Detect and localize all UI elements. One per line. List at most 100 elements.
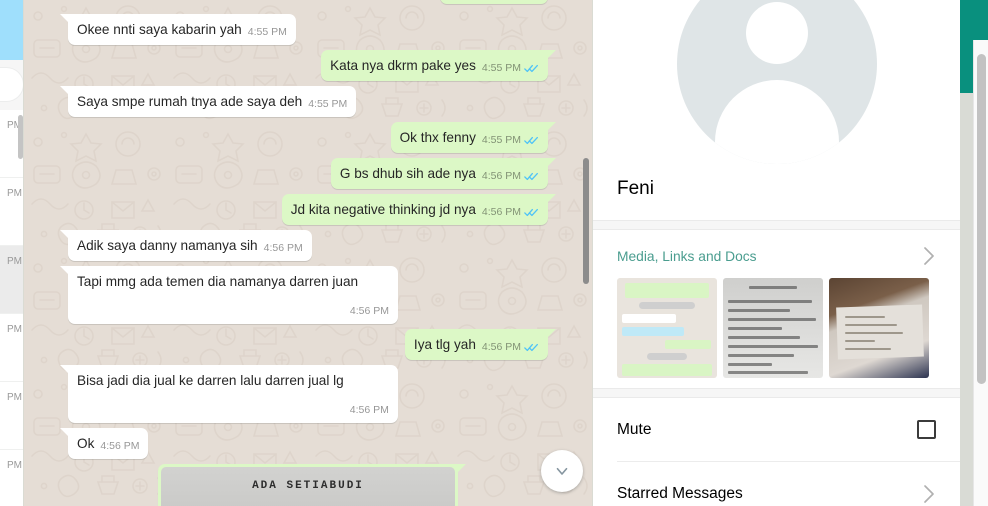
read-receipt-double-check-icon xyxy=(524,64,538,73)
chat-list-item[interactable]: PM xyxy=(0,178,23,246)
chat-list-sidebar: PM PM PM PM PM PM xyxy=(0,0,24,506)
media-thumb-atm-receipt[interactable] xyxy=(723,278,823,378)
message-bubble-outgoing[interactable]: Jd kita negative thinking jd nya 4:56 PM xyxy=(281,194,557,225)
message-time: 4:56 PM xyxy=(100,440,140,452)
message-time: 4:55 PM xyxy=(481,134,521,146)
message-bubble-incoming[interactable]: Ok 4:56 PM xyxy=(59,428,149,459)
message-row: Tapi mmg ada temen dia namanya darren ju… xyxy=(60,266,548,324)
message-meta: 4:56 PM xyxy=(482,338,539,357)
default-avatar-icon[interactable] xyxy=(676,0,877,164)
message-meta: 4:56 PM xyxy=(482,167,539,186)
chat-list-item-time: PM xyxy=(7,324,22,335)
message-time: 4:55 PM xyxy=(481,62,521,74)
chat-list-item-time: PM xyxy=(7,256,22,267)
conversation-scrollbar[interactable] xyxy=(583,158,589,284)
chat-list-item[interactable]: PM xyxy=(0,450,23,506)
message-meta: 4:55 PM xyxy=(482,59,539,78)
message-text: Jd kita negative thinking jd nya xyxy=(290,202,476,217)
media-thumb-package-photo[interactable] xyxy=(829,278,929,378)
message-bubble-incoming[interactable]: Tapi mmg ada temen dia namanya darren ju… xyxy=(60,266,398,324)
receipt-header-text: ADA SETIABUDI xyxy=(252,480,364,492)
mute-label: Mute xyxy=(617,420,652,438)
message-row: Bisa jadi dia jual ke darren lalu darren… xyxy=(60,365,548,423)
chat-list-item-time: PM xyxy=(7,460,22,471)
chevron-right-icon xyxy=(924,485,934,503)
chat-list-item[interactable]: PM xyxy=(0,382,23,450)
message-time: 4:55 PM xyxy=(308,98,348,110)
chat-list-item-time: PM xyxy=(7,188,22,199)
message-time: 4:56 PM xyxy=(349,305,389,317)
starred-messages-label: Starred Messages xyxy=(617,485,743,502)
message-meta: 4:56 PM xyxy=(100,437,139,456)
message-meta: 4:56 PM xyxy=(350,302,389,321)
window-scrollbar-thumb[interactable] xyxy=(977,54,986,384)
chevron-down-icon xyxy=(556,467,568,475)
read-receipt-double-check-icon xyxy=(524,172,538,181)
message-list: Okee nnti saya kabarin yah 4:55 PM Kata … xyxy=(24,0,592,506)
avatar-body-shape xyxy=(714,80,839,164)
message-text: Tapi mmg ada temen dia namanya darren ju… xyxy=(77,274,359,289)
message-meta: 4:55 PM xyxy=(482,131,539,150)
contact-name: Feni xyxy=(617,178,654,199)
mute-row[interactable]: Mute xyxy=(593,398,960,461)
message-bubble-outgoing[interactable]: Ok thx fenny 4:55 PM xyxy=(390,122,557,153)
message-bubble-incoming[interactable]: Saya smpe rumah tnya ade saya deh 4:55 P… xyxy=(59,86,357,117)
message-meta: 4:55 PM xyxy=(248,23,287,42)
media-links-docs-label: Media, Links and Docs xyxy=(617,248,757,264)
message-row: Ok thx fenny 4:55 PM xyxy=(68,122,557,153)
chat-list-item-active[interactable]: PM xyxy=(0,246,23,314)
section-divider xyxy=(593,388,960,398)
message-text: G bs dhub sih ade nya xyxy=(339,166,476,181)
window-scrollbar-track[interactable] xyxy=(973,0,988,506)
message-bubble-outgoing[interactable]: Iya tlg yah 4:56 PM xyxy=(404,329,557,360)
message-image-receipt[interactable]: ADA SETIABUDI 1984888 xyxy=(161,467,455,506)
message-row: G bs dhub sih ade nya 4:56 PM xyxy=(68,158,557,189)
message-row: Adik saya danny namanya sih 4:56 PM xyxy=(60,230,548,261)
message-row: Saya smpe rumah tnya ade saya deh 4:55 P… xyxy=(59,86,548,117)
message-text: Adik saya danny namanya sih xyxy=(77,238,258,253)
section-divider xyxy=(593,220,960,230)
scroll-to-bottom-button[interactable] xyxy=(541,450,583,492)
message-meta: 4:55 PM xyxy=(308,95,347,114)
starred-messages-row[interactable]: Starred Messages xyxy=(593,462,960,506)
read-receipt-double-check-icon xyxy=(524,343,538,352)
message-bubble-incoming[interactable]: Okee nnti saya kabarin yah 4:55 PM xyxy=(60,14,296,45)
chat-list: PM PM PM PM PM PM xyxy=(0,110,23,506)
read-receipt-double-check-icon xyxy=(524,208,538,217)
chat-list-scrollbar[interactable] xyxy=(18,115,23,159)
message-bubble-clipped xyxy=(440,0,548,4)
search-input[interactable] xyxy=(0,67,23,102)
message-row: Jd kita negative thinking jd nya 4:56 PM xyxy=(68,194,557,225)
chat-list-item-time: PM xyxy=(7,392,22,403)
message-bubble-outgoing[interactable]: Kata nya dkrm pake yes 4:55 PM xyxy=(321,50,556,81)
avatar-head-shape xyxy=(745,2,808,64)
search-bar-container xyxy=(0,60,23,110)
contact-info-panel: Feni Media, Links and Docs Mute Starred … xyxy=(592,0,960,506)
message-bubble-outgoing[interactable]: G bs dhub sih ade nya 4:56 PM xyxy=(330,158,557,189)
message-bubble-incoming[interactable]: Bisa jadi dia jual ke darren lalu darren… xyxy=(60,365,398,423)
message-text: Okee nnti saya kabarin yah xyxy=(77,22,242,37)
message-bubble-image-outgoing[interactable]: ADA SETIABUDI 1984888 xyxy=(158,464,466,506)
message-bubble-incoming[interactable]: Adik saya danny namanya sih 4:56 PM xyxy=(60,230,312,261)
message-time: 4:56 PM xyxy=(481,341,521,353)
message-text: Saya smpe rumah tnya ade saya deh xyxy=(77,94,303,109)
mute-checkbox[interactable] xyxy=(917,420,936,439)
message-meta: 4:56 PM xyxy=(350,401,389,420)
media-thumb-chat-screenshot[interactable] xyxy=(617,278,717,378)
message-row: Okee nnti saya kabarin yah 4:55 PM xyxy=(60,14,548,45)
contact-header: Feni xyxy=(593,0,960,220)
message-text: Kata nya dkrm pake yes xyxy=(330,58,476,73)
message-row: Iya tlg yah 4:56 PM xyxy=(68,329,557,360)
message-text: Ok xyxy=(77,436,95,451)
chevron-right-icon xyxy=(924,247,934,265)
media-section: Media, Links and Docs xyxy=(593,230,960,388)
message-time: 4:56 PM xyxy=(481,170,521,182)
message-time: 4:56 PM xyxy=(349,404,389,416)
desktop-notification-banner[interactable] xyxy=(0,0,23,60)
message-text: Ok thx fenny xyxy=(399,130,476,145)
media-links-docs-row[interactable]: Media, Links and Docs xyxy=(617,246,936,266)
chat-list-item[interactable]: PM xyxy=(0,314,23,382)
message-text: Iya tlg yah xyxy=(413,337,476,352)
message-time: 4:56 PM xyxy=(481,206,521,218)
media-thumbnail-strip xyxy=(617,278,936,378)
